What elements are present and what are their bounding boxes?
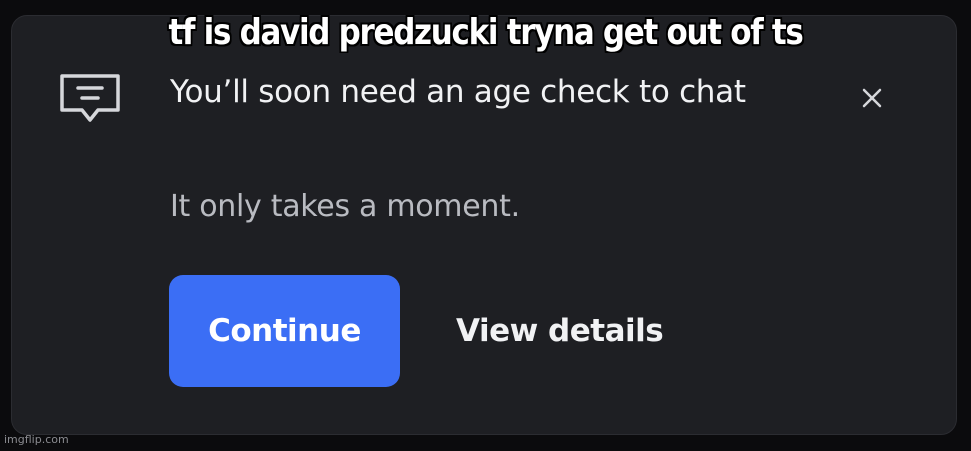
- continue-button[interactable]: Continue: [169, 275, 400, 387]
- dialog-subtitle: It only takes a moment.: [170, 189, 520, 224]
- imgflip-watermark: imgflip.com: [4, 433, 69, 446]
- meme-caption: tf is david predzucki tryna get out of t…: [168, 12, 803, 53]
- close-icon[interactable]: [856, 82, 888, 114]
- dialog-title: You’ll soon need an age check to chat: [170, 74, 746, 110]
- chat-message-icon: [60, 74, 120, 122]
- view-details-button[interactable]: View details: [440, 275, 679, 387]
